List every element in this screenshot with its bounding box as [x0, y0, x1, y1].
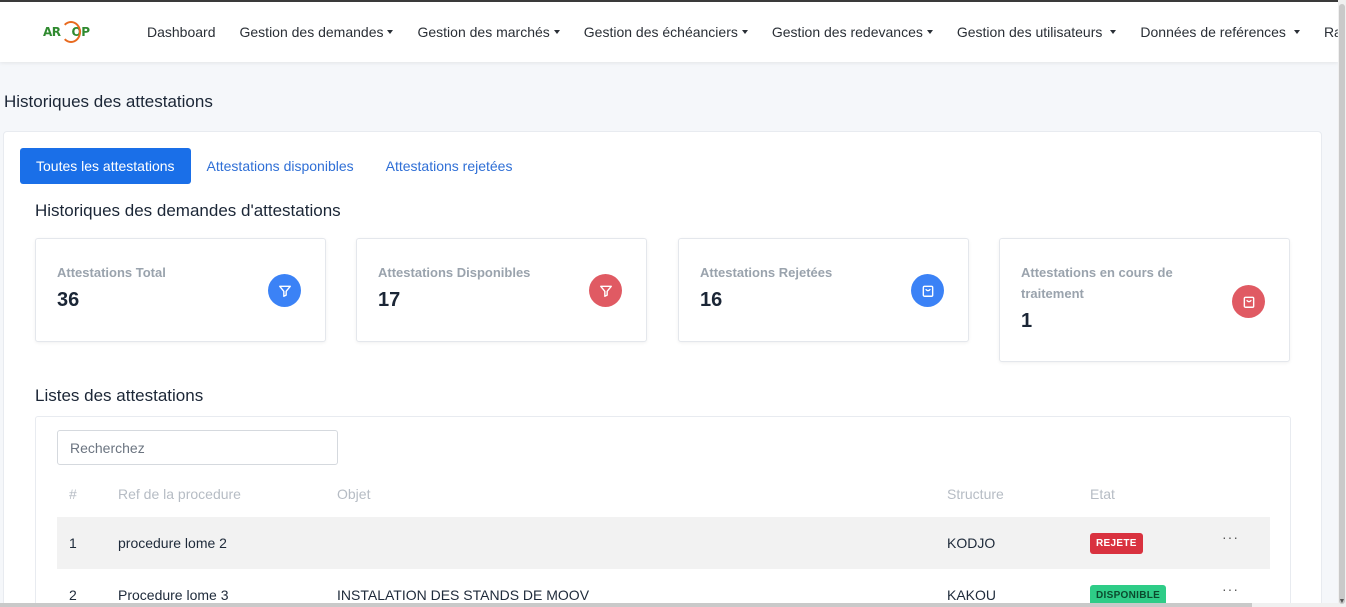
col-etat: Etat: [1090, 486, 1115, 502]
stat-label: Attestations en cours de traitement: [1021, 265, 1173, 301]
main-nav: Dashboard Gestion des demandes Gestion d…: [147, 2, 1338, 62]
stat-value: 17: [378, 289, 401, 311]
more-options-icon[interactable]: ···: [1222, 529, 1239, 545]
list-title: Listes des attestations: [35, 386, 204, 405]
nav-rapports[interactable]: Rapports: [1324, 24, 1338, 40]
nav-donnees-references[interactable]: Données de reférences: [1140, 24, 1300, 40]
nav-gestion-utilisateurs[interactable]: Gestion des utilisateurs: [957, 24, 1117, 40]
stat-card-rejetees: Attestations Rejetées 16: [678, 238, 969, 342]
page-title: Historiques des attestations: [4, 92, 213, 111]
nav-gestion-redevances[interactable]: Gestion des redevances: [772, 24, 933, 40]
nav-gestion-marches[interactable]: Gestion des marchés: [417, 24, 560, 40]
col-objet: Objet: [337, 486, 371, 502]
nav-gestion-echeanciers[interactable]: Gestion des échéanciers: [584, 24, 748, 40]
col-structure: Structure: [947, 486, 1004, 502]
stat-label: Attestations Disponibles: [378, 265, 531, 280]
filter-icon: [589, 274, 622, 307]
top-navbar: AR OP Dashboard Gestion des demandes Ges…: [0, 0, 1338, 62]
table-row[interactable]: 2 Procedure lome 3 INSTALATION DES STAND…: [57, 569, 1270, 607]
col-num: #: [69, 486, 77, 502]
tab-attestations-rejetees[interactable]: Attestations rejetées: [370, 148, 529, 184]
main-panel: Toutes les attestations Attestations dis…: [3, 131, 1322, 607]
scrollbar-thumb[interactable]: [1339, 4, 1345, 604]
row-objet: INSTALATION DES STANDS DE MOOV: [337, 587, 590, 603]
bag-icon: [911, 274, 944, 307]
stat-value: 1: [1021, 310, 1033, 332]
vertical-scrollbar[interactable]: ▼: [1338, 0, 1346, 607]
table-header: # Ref de la procedure Objet Structure Et…: [57, 486, 1270, 506]
row-ref: procedure lome 2: [118, 535, 227, 551]
stat-label: Attestations Total: [57, 265, 166, 280]
caret-down-icon: [1293, 30, 1300, 34]
col-ref: Ref de la procedure: [118, 486, 241, 502]
row-num: 2: [69, 587, 77, 603]
stat-card-disponibles: Attestations Disponibles 17: [356, 238, 647, 342]
row-num: 1: [69, 535, 77, 551]
table-row[interactable]: 1 procedure lome 2 KODJO REJETE ···: [57, 517, 1270, 569]
logo-ring: [61, 21, 81, 43]
search-input[interactable]: [57, 430, 338, 465]
filter-icon: [268, 274, 301, 307]
scrollbar-thumb[interactable]: [0, 603, 1252, 607]
caret-down-icon: [387, 30, 394, 34]
caret-down-icon: [741, 30, 748, 34]
status-badge: REJETE: [1090, 533, 1143, 554]
nav-dashboard[interactable]: Dashboard: [147, 24, 216, 40]
scroll-down-arrow-icon[interactable]: ▼: [1338, 598, 1346, 605]
stat-value: 16: [700, 289, 723, 311]
row-structure: KAKOU: [947, 587, 997, 603]
caret-down-icon: [926, 30, 933, 34]
stat-label: Attestations Rejetées: [700, 265, 833, 280]
horizontal-scrollbar[interactable]: [0, 603, 1338, 607]
bag-icon: [1232, 285, 1265, 318]
attestations-table: # Ref de la procedure Objet Structure Et…: [35, 416, 1291, 607]
tab-bar: Toutes les attestations Attestations dis…: [20, 148, 528, 184]
more-options-icon[interactable]: ···: [1222, 581, 1239, 597]
tab-attestations-disponibles[interactable]: Attestations disponibles: [191, 148, 370, 184]
nav-gestion-demandes[interactable]: Gestion des demandes: [240, 24, 394, 40]
section-title: Historiques des demandes d'attestations: [35, 201, 341, 220]
arcop-logo[interactable]: AR OP: [40, 20, 90, 46]
stat-value: 36: [57, 289, 80, 311]
row-structure: KODJO: [947, 535, 996, 551]
caret-down-icon: [1110, 30, 1117, 34]
row-ref: Procedure lome 3: [118, 587, 229, 603]
stat-card-en-cours: Attestations en cours de traitement 1: [999, 238, 1290, 362]
stat-card-total: Attestations Total 36: [35, 238, 326, 342]
tab-toutes-attestations[interactable]: Toutes les attestations: [20, 148, 191, 184]
caret-down-icon: [553, 30, 560, 34]
